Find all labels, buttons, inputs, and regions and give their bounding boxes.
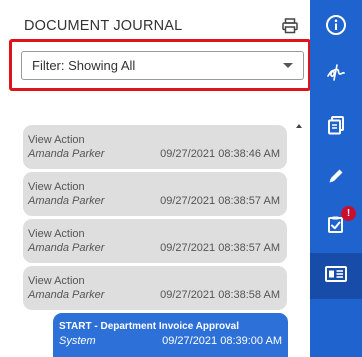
entry-action: View Action <box>28 275 85 287</box>
signature-icon <box>325 61 347 88</box>
entry-user: Amanda Parker <box>28 195 105 207</box>
copy-document-icon <box>325 114 347 141</box>
chevron-down-icon <box>283 63 293 68</box>
copy-document-button[interactable] <box>310 104 362 150</box>
entry-timestamp: 09/27/2021 08:39:00 AM <box>162 335 282 347</box>
entry-action: START - Department Invoice Approval <box>59 321 240 332</box>
entry-timestamp: 09/27/2021 08:38:57 AM <box>160 195 280 207</box>
journal-icon <box>324 264 348 289</box>
document-journal-panel: DOCUMENT JOURNAL Filter: Showing All Vie… <box>0 0 311 357</box>
filter-value: Filter: Showing All <box>32 58 136 73</box>
journal-entry-active[interactable]: START - Department Invoice Approval Syst… <box>53 313 288 357</box>
print-icon[interactable] <box>281 17 299 35</box>
journal-entry[interactable]: View Action Amanda Parker 09/27/2021 08:… <box>23 172 287 216</box>
edit-button[interactable] <box>310 155 362 201</box>
pencil-icon <box>326 166 346 191</box>
journal-entry[interactable]: View Action Amanda Parker 09/27/2021 08:… <box>23 266 287 310</box>
entry-user: Amanda Parker <box>28 148 105 160</box>
journal-entry[interactable]: View Action Amanda Parker 09/27/2021 08:… <box>23 219 287 263</box>
info-icon <box>325 14 347 41</box>
page-title: DOCUMENT JOURNAL <box>24 18 183 34</box>
journal-header: DOCUMENT JOURNAL <box>24 18 304 38</box>
scroll-up-arrow-icon[interactable] <box>296 124 302 128</box>
journal-button[interactable] <box>310 253 362 299</box>
journal-entry[interactable]: View Action Amanda Parker 09/27/2021 08:… <box>23 125 287 169</box>
entry-timestamp: 09/27/2021 08:38:46 AM <box>160 148 280 160</box>
entry-user: Amanda Parker <box>28 289 105 301</box>
alert-badge: ! <box>341 206 356 221</box>
entry-action: View Action <box>28 228 85 240</box>
entry-action: View Action <box>28 134 85 146</box>
entry-timestamp: 09/27/2021 08:38:57 AM <box>160 242 280 254</box>
filter-dropdown[interactable]: Filter: Showing All <box>21 51 304 80</box>
right-sidebar: ! <box>310 0 362 357</box>
entry-timestamp: 09/27/2021 08:38:58 AM <box>160 289 280 301</box>
entry-action: View Action <box>28 181 85 193</box>
entry-user: System <box>59 335 96 347</box>
signature-button[interactable] <box>310 51 362 97</box>
tasks-button[interactable]: ! <box>310 204 362 250</box>
info-button[interactable] <box>310 4 362 50</box>
entry-user: Amanda Parker <box>28 242 105 254</box>
